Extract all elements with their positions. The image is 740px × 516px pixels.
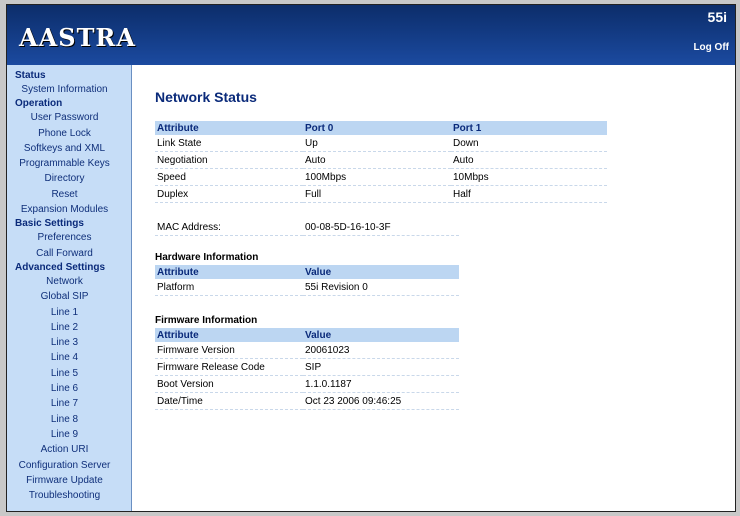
table-cell: Down [451,135,607,152]
sidebar-item-call-forward[interactable]: Call Forward [7,246,122,261]
mac-address-value: 00-08-5D-16-10-3F [303,219,459,236]
table-row: Link State Up Down [155,135,607,152]
table-row: Boot Version 1.1.0.1187 [155,375,459,393]
sidebar-item-softkeys-and-xml[interactable]: Softkeys and XML [7,141,122,156]
header-cell: Attribute [155,265,303,279]
table-cell: Auto [451,151,607,169]
sidebar-item-system-information[interactable]: System Information [7,82,122,97]
sidebar-item-directory[interactable]: Directory [7,171,122,186]
browser-page: AASTRA 55i Log Off Status System Informat… [6,4,736,512]
header-cell: Port 0 [303,121,451,135]
header-cell: Value [303,265,459,279]
aastra-logo: AASTRA [19,23,136,52]
hardware-section-title: Hardware Information [155,252,259,263]
network-status-table: Attribute Port 0 Port 1 Link State Up Do… [155,121,607,203]
sidebar-item-line-6[interactable]: Line 6 [7,381,122,396]
table-row: Platform 55i Revision 0 [155,279,459,296]
sidebar-item-global-sip[interactable]: Global SIP [7,289,122,304]
header-cell: Attribute [155,328,303,342]
log-off-link[interactable]: Log Off [693,42,729,53]
table-cell: Link State [155,135,303,152]
sidebar-section-title: Advanced Settings [15,261,106,273]
sidebar-item-line-8[interactable]: Line 8 [7,412,122,427]
sidebar-item-user-password[interactable]: User Password [7,110,122,125]
sidebar-item-network[interactable]: Network [7,274,122,289]
phone-model: 55i [707,9,727,25]
sidebar-item-line-9[interactable]: Line 9 [7,427,122,442]
mac-address-table: MAC Address: 00-08-5D-16-10-3F [155,219,459,236]
mac-address-label: MAC Address: [155,219,303,236]
table-row: Negotiation Auto Auto [155,151,607,169]
table-cell: Boot Version [155,375,303,393]
sidebar-item-phone-lock[interactable]: Phone Lock [7,126,122,141]
table-cell: 20061023 [303,342,459,359]
table-cell: Negotiation [155,151,303,169]
sidebar-section-title: Status [15,70,46,81]
table-cell: Platform [155,279,303,296]
sidebar-nav: Status System Information Operation User Pa… [7,65,132,511]
sidebar-item-line-7[interactable]: Line 7 [7,396,122,411]
sidebar-item-configuration-server[interactable]: Configuration Server [7,458,122,473]
sidebar-section-title: Operation [15,98,63,110]
table-cell: Half [451,185,607,203]
sidebar-item-line-5[interactable]: Line 5 [7,366,122,381]
table-cell: 1.1.0.1187 [303,375,459,393]
sidebar-item-action-uri[interactable]: Action URI [7,442,122,457]
sidebar-item-line-1[interactable]: Line 1 [7,305,122,320]
table-cell: Oct 23 2006 09:46:25 [303,392,459,410]
header-cell: Value [303,328,459,342]
sidebar-item-troubleshooting[interactable]: Troubleshooting [7,488,122,503]
table-cell: Full [303,185,451,203]
sidebar-section-title: Basic Settings [15,218,84,230]
firmware-section-title: Firmware Information [155,315,258,326]
table-cell: 100Mbps [303,168,451,186]
table-row: Firmware Release Code SIP [155,358,459,376]
table-row: Duplex Full Half [155,185,607,203]
sidebar-item-line-4[interactable]: Line 4 [7,350,122,365]
table-cell: Duplex [155,185,303,203]
sidebar-item-reset[interactable]: Reset [7,187,122,202]
header-cell: Port 1 [451,121,607,135]
sidebar-item-line-2[interactable]: Line 2 [7,320,122,335]
sidebar-item-firmware-update[interactable]: Firmware Update [7,473,122,488]
sidebar-item-programmable-keys[interactable]: Programmable Keys [7,156,122,171]
table-cell: 10Mbps [451,168,607,186]
table-row: Date/Time Oct 23 2006 09:46:25 [155,392,459,410]
page-title: Network Status [155,89,257,105]
table-header-row: Attribute Port 0 Port 1 [155,121,607,135]
hardware-info-table: Attribute Value Platform 55i Revision 0 [155,265,459,296]
table-cell: Up [303,135,451,152]
table-cell: Date/Time [155,392,303,410]
sidebar-item-expansion-modules[interactable]: Expansion Modules [7,202,122,217]
table-cell: Firmware Version [155,342,303,359]
table-cell: 55i Revision 0 [303,279,459,296]
table-cell: Firmware Release Code [155,358,303,376]
sidebar-item-line-3[interactable]: Line 3 [7,335,122,350]
table-cell: Auto [303,151,451,169]
table-cell: Speed [155,168,303,186]
table-row: Speed 100Mbps 10Mbps [155,168,607,186]
header-bar: AASTRA 55i Log Off [7,5,735,65]
firmware-info-table: Attribute Value Firmware Version 2006102… [155,328,459,410]
table-header-row: Attribute Value [155,265,459,279]
header-cell: Attribute [155,121,303,135]
table-row: MAC Address: 00-08-5D-16-10-3F [155,219,459,236]
sidebar-item-preferences[interactable]: Preferences [7,230,122,245]
table-row: Firmware Version 20061023 [155,342,459,359]
table-cell: SIP [303,358,459,376]
table-header-row: Attribute Value [155,328,459,342]
